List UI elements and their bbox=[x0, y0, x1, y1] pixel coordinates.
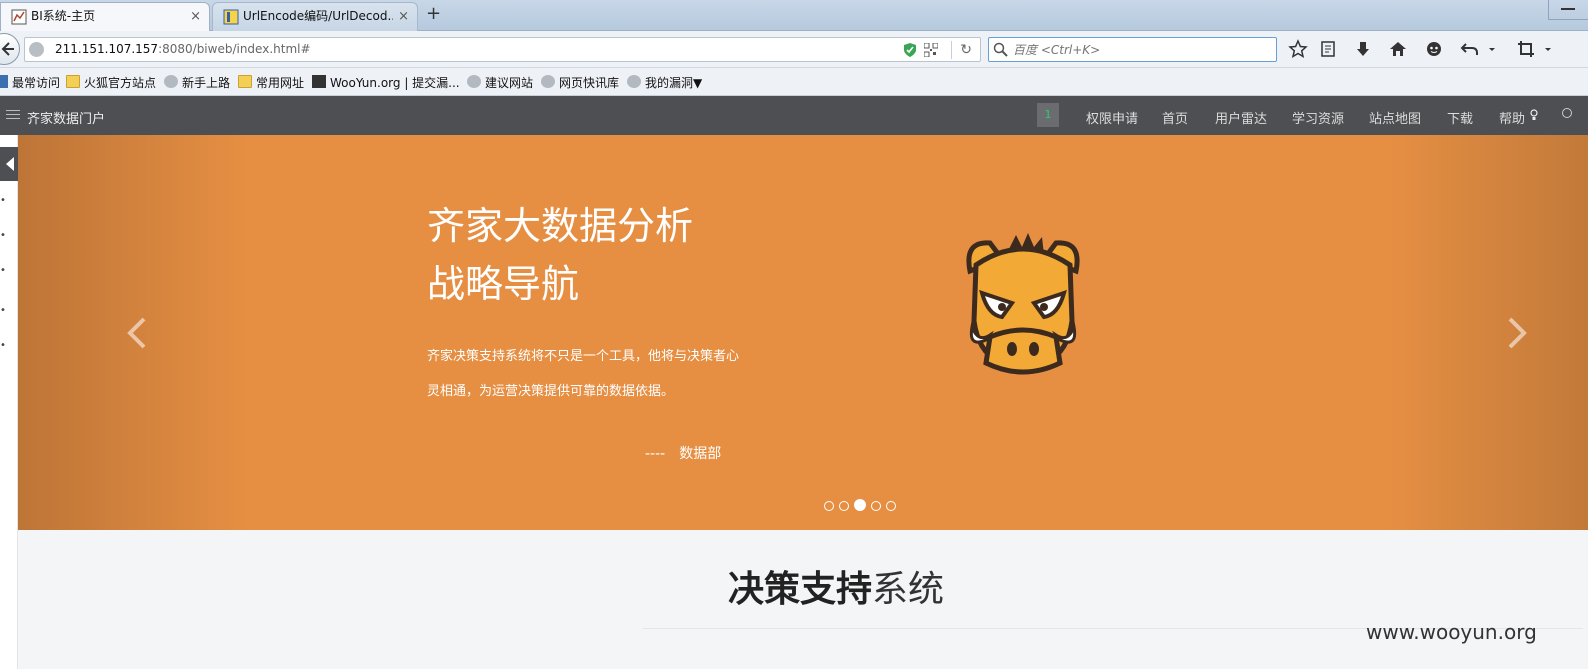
address-bar[interactable]: 211.151.107.157:8080/biweb/index.html# ↻ bbox=[24, 37, 981, 62]
url-text[interactable]: 211.151.107.157:8080/biweb/index.html# bbox=[55, 42, 311, 56]
search-icon bbox=[993, 42, 1008, 57]
bookmark-label: 最常访问 bbox=[12, 76, 61, 90]
bookmark-web-slice[interactable]: 网页快讯库 bbox=[541, 74, 619, 91]
site-title[interactable]: 齐家数据门户 bbox=[27, 108, 105, 127]
url-path: :8080/biweb/index.html# bbox=[158, 42, 311, 56]
hero-carousel: 齐家大数据分析 战略导航 齐家决策支持系统将不只是一个工具，他将与决策者心灵相通… bbox=[18, 135, 1588, 530]
bookmark-label: 网页快讯库 bbox=[559, 76, 620, 90]
section-title: 决策支持系统 bbox=[0, 560, 1588, 612]
carousel-dot[interactable] bbox=[824, 501, 834, 511]
notification-badge[interactable]: 1 bbox=[1037, 103, 1059, 127]
nav-site-map[interactable]: 站点地图 bbox=[1369, 108, 1421, 127]
section-title-bold: 决策支持 bbox=[727, 569, 872, 610]
bookmark-label: WooYun.org | 提交漏... bbox=[330, 76, 460, 90]
back-arrow-icon bbox=[1, 42, 14, 56]
carousel-next-icon[interactable] bbox=[1504, 315, 1530, 351]
tab-strip: BI系统-主页 × UrlEncode编码/UrlDecod... × + bbox=[0, 0, 1588, 31]
watermark: www.wooyun.org bbox=[1366, 620, 1537, 644]
page-favicon-icon bbox=[223, 9, 239, 25]
bookmark-suggested-sites[interactable]: 建议网站 bbox=[467, 74, 533, 91]
bookmark-label: 建议网站 bbox=[485, 76, 534, 90]
reading-list-icon[interactable] bbox=[1318, 39, 1338, 59]
url-host: 211.151.107.157 bbox=[55, 42, 159, 56]
undo-icon[interactable] bbox=[1460, 39, 1480, 59]
download-icon[interactable] bbox=[1353, 39, 1373, 59]
screenshot-crop-icon[interactable] bbox=[1516, 39, 1536, 59]
tab-close-icon[interactable]: × bbox=[190, 3, 201, 30]
bookmark-label: 火狐官方站点 bbox=[84, 76, 157, 90]
bookmark-firefox-official[interactable]: 火狐官方站点 bbox=[66, 74, 156, 91]
lightbulb-icon bbox=[1530, 109, 1538, 120]
nav-download[interactable]: 下载 bbox=[1447, 108, 1473, 127]
new-tab-button[interactable]: + bbox=[426, 3, 441, 24]
side-glyph: • bbox=[0, 305, 6, 316]
carousel-indicators bbox=[824, 499, 901, 511]
nav-permission-request[interactable]: 权限申请 bbox=[1086, 108, 1138, 127]
hamburger-menu-icon[interactable] bbox=[6, 110, 20, 120]
hero-signature: ---- 数据部 bbox=[645, 443, 721, 463]
folder-icon bbox=[238, 75, 252, 88]
carousel-dot[interactable] bbox=[886, 501, 896, 511]
carousel-dot[interactable] bbox=[871, 501, 881, 511]
reload-icon[interactable]: ↻ bbox=[951, 41, 972, 59]
globe-icon bbox=[164, 75, 178, 88]
search-toggle-icon[interactable] bbox=[1562, 108, 1572, 118]
boar-mascot-image bbox=[966, 233, 1080, 375]
nav-user-radar[interactable]: 用户雷达 bbox=[1215, 108, 1267, 127]
tab-title: UrlEncode编码/UrlDecod... bbox=[243, 9, 393, 23]
signature-text: 数据部 bbox=[679, 446, 722, 462]
chevron-left-icon bbox=[6, 157, 14, 171]
side-panel-toggle[interactable] bbox=[0, 147, 18, 181]
nav-help[interactable]: 帮助 bbox=[1499, 108, 1525, 127]
site-identity-icon[interactable] bbox=[29, 42, 44, 57]
bookmark-wooyun[interactable]: WooYun.org | 提交漏... bbox=[312, 74, 460, 91]
page-favicon-icon bbox=[11, 9, 27, 25]
wooyun-icon bbox=[312, 75, 326, 88]
bookmark-label: 常用网址 bbox=[256, 76, 305, 90]
bookmark-getting-started[interactable]: 新手上路 bbox=[164, 74, 230, 91]
folder-icon bbox=[66, 75, 80, 88]
navigation-toolbar: 211.151.107.157:8080/biweb/index.html# ↻ bbox=[0, 31, 1588, 68]
carousel-prev-icon[interactable] bbox=[124, 315, 150, 351]
bookmark-star-icon[interactable] bbox=[1288, 39, 1308, 59]
globe-icon bbox=[541, 75, 555, 88]
hero-title: 齐家大数据分析 战略导航 bbox=[427, 204, 694, 306]
bookmark-common-sites[interactable]: 常用网址 bbox=[238, 74, 304, 91]
tab-urlencode[interactable]: UrlEncode编码/UrlDecod... × bbox=[212, 2, 418, 31]
minimize-button[interactable] bbox=[1548, 0, 1588, 20]
bookmark-icon bbox=[0, 75, 8, 88]
tab-bi-home[interactable]: BI系统-主页 × bbox=[0, 2, 210, 31]
globe-icon bbox=[467, 75, 481, 88]
home-icon[interactable] bbox=[1388, 39, 1408, 59]
crop-dropdown-icon[interactable] bbox=[1538, 39, 1558, 59]
bookmark-label: 我的漏洞▼ bbox=[645, 76, 703, 90]
shield-icon[interactable] bbox=[903, 42, 917, 58]
chat-icon[interactable] bbox=[1424, 39, 1444, 59]
search-input[interactable] bbox=[1013, 41, 1263, 59]
side-glyph: • bbox=[0, 265, 6, 276]
hero-description: 齐家决策支持系统将不只是一个工具，他将与决策者心灵相通，为运营决策提供可靠的数据… bbox=[427, 349, 740, 399]
side-glyph: • bbox=[0, 195, 6, 206]
tab-title: BI系统-主页 bbox=[31, 9, 96, 23]
side-glyph: • bbox=[0, 230, 6, 241]
nav-learning-resources[interactable]: 学习资源 bbox=[1292, 108, 1344, 127]
side-glyph: • bbox=[0, 340, 6, 351]
carousel-dot[interactable] bbox=[839, 501, 849, 511]
bookmark-most-visited[interactable]: 最常访问 bbox=[0, 74, 60, 91]
carousel-dot-active[interactable] bbox=[854, 499, 866, 511]
site-header: 齐家数据门户 1 权限申请 首页 用户雷达 学习资源 站点地图 下载 帮助 bbox=[0, 96, 1588, 135]
back-button[interactable] bbox=[0, 33, 20, 65]
undo-dropdown-icon[interactable] bbox=[1482, 39, 1502, 59]
bookmark-my-bugs[interactable]: 我的漏洞▼ bbox=[627, 74, 702, 91]
globe-icon bbox=[627, 75, 641, 88]
search-box[interactable] bbox=[988, 37, 1277, 62]
signature-dash: ---- bbox=[645, 446, 666, 462]
nav-home[interactable]: 首页 bbox=[1162, 108, 1188, 127]
bookmarks-bar: 最常访问 火狐官方站点 新手上路 常用网址 WooYun.org | 提交漏..… bbox=[0, 68, 1588, 96]
section-title-rest: 系统 bbox=[872, 569, 945, 610]
qr-code-icon[interactable] bbox=[924, 43, 938, 57]
bookmark-label: 新手上路 bbox=[182, 76, 231, 90]
tab-close-icon[interactable]: × bbox=[398, 3, 409, 30]
